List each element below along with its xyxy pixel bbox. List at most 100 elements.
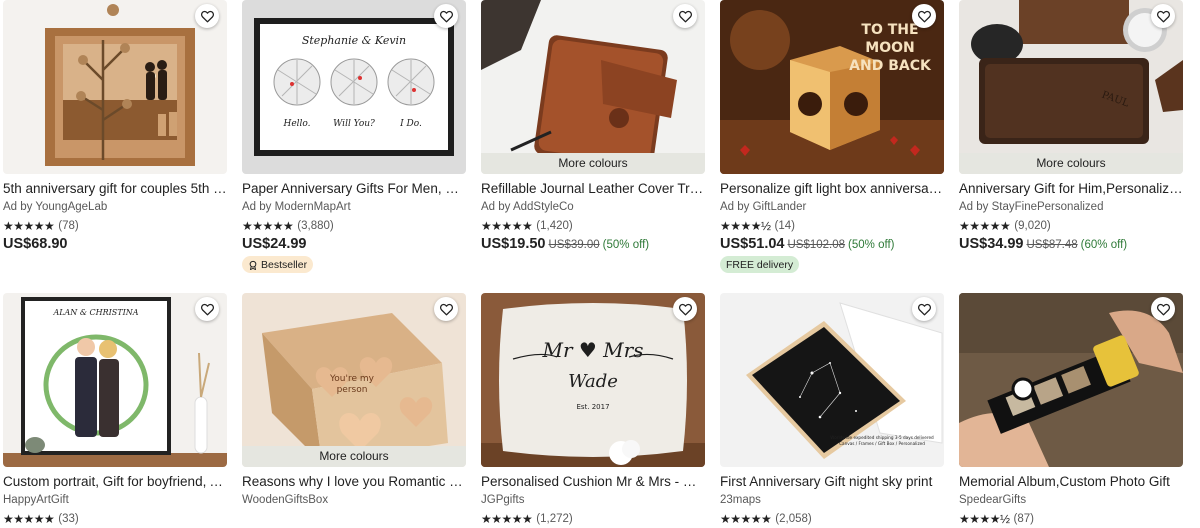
- favorite-button[interactable]: [1151, 297, 1175, 321]
- favorite-button[interactable]: [912, 297, 936, 321]
- listing-image[interactable]: PAUL More colours: [959, 0, 1183, 174]
- original-price: US$87.48: [1026, 239, 1078, 251]
- listing-photo: [3, 0, 227, 174]
- listing-card[interactable]: TO THE MOON AND BACK Personalize gift li…: [720, 0, 944, 273]
- portrait-names: ALAN & CHRISTINA: [52, 308, 138, 317]
- listing-title[interactable]: Paper Anniversary Gifts For Men, First A…: [242, 180, 466, 197]
- shop-name: Ad by YoungAgeLab: [3, 201, 108, 213]
- star-rating-icon: ★★★★★: [242, 219, 294, 233]
- price: US$24.99: [242, 236, 307, 252]
- review-count: (1,272): [536, 513, 573, 525]
- heart-outline-icon: [917, 303, 931, 315]
- listing-photo: TO THE MOON AND BACK: [720, 0, 944, 174]
- review-count: (87): [1013, 513, 1034, 525]
- listing-title[interactable]: Custom portrait, Gift for boyfriend, Ann…: [3, 473, 227, 490]
- cushion-text: Wade: [568, 371, 618, 392]
- listing-title[interactable]: Personalize gift light box anniversary g…: [720, 180, 944, 197]
- listing-card[interactable]: Stephanie & Kevin Hello. Will You? I Do.…: [242, 0, 466, 275]
- hearts-text: person: [337, 385, 368, 395]
- listing-card[interactable]: Memorial Album,Custom Photo Gift Spedear…: [959, 293, 1183, 526]
- discount: (50% off): [602, 239, 650, 251]
- price-row: US$24.99: [242, 236, 466, 252]
- price: US$19.50: [481, 236, 546, 252]
- listing-photo: Stephanie & Kevin Hello. Will You? I Do.: [242, 0, 466, 174]
- listing-photo: ALAN & CHRISTINA: [3, 293, 227, 467]
- map-names: Stephanie & Kevin: [302, 34, 406, 47]
- listing-photo: PAUL: [959, 0, 1183, 174]
- favorite-button[interactable]: [195, 4, 219, 28]
- price-row: US$34.99 US$87.48 (60% off): [959, 236, 1183, 252]
- rating: ★★★★★ (33): [3, 512, 227, 526]
- review-count: (78): [58, 220, 79, 232]
- favorite-button[interactable]: [434, 4, 458, 28]
- hearts-text: You're my: [329, 374, 375, 384]
- listing-title[interactable]: Reasons why I love you Romantic gift box: [242, 473, 466, 490]
- favorite-button[interactable]: [673, 297, 697, 321]
- heart-outline-icon: [439, 303, 453, 315]
- listing-card[interactable]: Mr ♥ Mrs Wade Est. 2017 Personalised Cus…: [481, 293, 705, 526]
- rating: ★★★★★ (9,020): [959, 219, 1183, 233]
- price-row: US$51.04 US$102.08 (50% off): [720, 236, 944, 252]
- cushion-text: Est. 2017: [576, 403, 609, 411]
- listing-image[interactable]: Worldwide expedited shipping 3-5 days de…: [720, 293, 944, 467]
- heart-outline-icon: [200, 10, 214, 22]
- favorite-button[interactable]: [195, 297, 219, 321]
- listing-image[interactable]: Mr ♥ Mrs Wade Est. 2017: [481, 293, 705, 467]
- listing-image[interactable]: [959, 293, 1183, 467]
- listing-card[interactable]: Worldwide expedited shipping 3-5 days de…: [720, 293, 944, 526]
- image-text: AND BACK: [849, 58, 932, 74]
- listing-image[interactable]: [3, 0, 227, 174]
- favorite-button[interactable]: [673, 4, 697, 28]
- heart-outline-icon: [1156, 303, 1170, 315]
- favorite-button[interactable]: [1151, 4, 1175, 28]
- star-rating-icon: ★★★★★: [3, 219, 55, 233]
- listing-photo: [481, 0, 705, 174]
- listing-image[interactable]: ALAN & CHRISTINA: [3, 293, 227, 467]
- listing-card[interactable]: 5th anniversary gift for couples 5th wed…: [3, 0, 227, 252]
- star-rating-icon: ★★★★★: [959, 219, 1011, 233]
- rating: ★★★★★ (1,420): [481, 219, 705, 233]
- listing-image[interactable]: Stephanie & Kevin Hello. Will You? I Do.: [242, 0, 466, 174]
- listing-photo: Mr ♥ Mrs Wade Est. 2017: [481, 293, 705, 467]
- listing-title[interactable]: Refillable Journal Leather Cover Travel …: [481, 180, 705, 197]
- listing-card[interactable]: You're my person More colours Reasons wh…: [242, 293, 466, 508]
- heart-outline-icon: [1156, 10, 1170, 22]
- more-colours-label: More colours: [481, 153, 705, 174]
- listing-image[interactable]: More colours: [481, 0, 705, 174]
- review-count: (1,420): [536, 220, 573, 232]
- rating: ★★★★★ (3,880): [242, 219, 466, 233]
- shop-name: HappyArtGift: [3, 494, 69, 506]
- more-colours-label: More colours: [242, 446, 466, 467]
- listing-title[interactable]: Personalised Cushion Mr & Mrs - Wedding …: [481, 473, 705, 490]
- listing-image[interactable]: You're my person More colours: [242, 293, 466, 467]
- heart-outline-icon: [678, 303, 692, 315]
- shop-name: Ad by AddStyleCo: [481, 201, 574, 213]
- shop-name: WoodenGiftsBox: [242, 494, 329, 506]
- favorite-button[interactable]: [434, 297, 458, 321]
- listing-card[interactable]: ALAN & CHRISTINA Custom portrait, Gift f…: [3, 293, 227, 526]
- listing-title[interactable]: Memorial Album,Custom Photo Gift: [959, 473, 1183, 490]
- listing-title[interactable]: Anniversary Gift for Him,Personalized Wa…: [959, 180, 1183, 197]
- price-row: US$68.90: [3, 236, 227, 252]
- listing-title[interactable]: First Anniversary Gift night sky print: [720, 473, 944, 490]
- listing-photo: [959, 293, 1183, 467]
- map-caption: Hello.: [282, 119, 310, 129]
- rating: ★★★★★ (1,272): [481, 512, 705, 526]
- listing-photo: Worldwide expedited shipping 3-5 days de…: [720, 293, 944, 467]
- listing-card[interactable]: PAUL More colours Anniversary Gift for H…: [959, 0, 1183, 252]
- map-caption: I Do.: [399, 119, 422, 129]
- star-rating-icon: ★★★★★: [481, 512, 533, 526]
- rating: ★★★★★ (78): [3, 219, 227, 233]
- review-count: (2,058): [775, 513, 812, 525]
- award-icon: [249, 260, 257, 270]
- shop-name: Ad by StayFinePersonalized: [959, 201, 1104, 213]
- discount: (50% off): [848, 239, 895, 251]
- listing-card[interactable]: More colours Refillable Journal Leather …: [481, 0, 705, 252]
- heart-outline-icon: [678, 10, 692, 22]
- heart-outline-icon: [917, 10, 931, 22]
- rating: ★★★★½ (87): [959, 512, 1183, 526]
- listing-title[interactable]: 5th anniversary gift for couples 5th wed…: [3, 180, 227, 197]
- shop-name: Ad by GiftLander: [720, 201, 807, 213]
- listing-image[interactable]: TO THE MOON AND BACK: [720, 0, 944, 174]
- favorite-button[interactable]: [912, 4, 936, 28]
